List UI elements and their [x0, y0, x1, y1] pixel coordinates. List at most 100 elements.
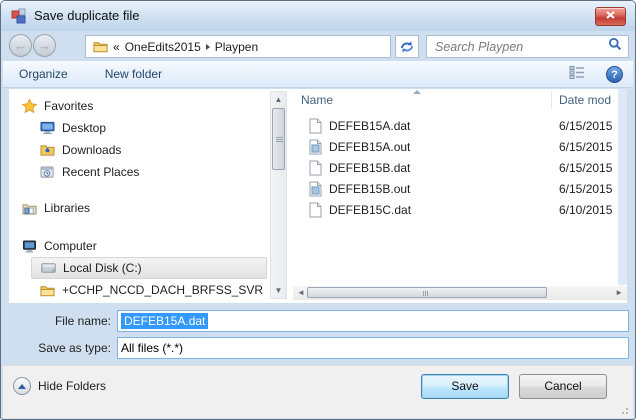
file-list-horizontal-scrollbar[interactable]: ◄ ► [293, 286, 627, 300]
file-list-vertical-scrollbar[interactable] [618, 89, 627, 285]
dat-file-icon [309, 160, 323, 176]
help-button[interactable]: ? [606, 65, 623, 83]
dialog-footer: Hide Folders Save Cancel [3, 365, 633, 418]
file-date-modified: 6/15/2015 [559, 160, 613, 175]
recent-places-icon [39, 164, 55, 180]
hide-folders-button[interactable]: Hide Folders [13, 377, 106, 395]
out-file-icon [309, 139, 323, 155]
file-row-defeb15b-out[interactable]: DEFEB15B.out 6/15/2015 [293, 178, 618, 199]
file-date-modified: 6/10/2015 [559, 202, 613, 217]
back-button[interactable]: ← [9, 34, 32, 57]
sidebar-item-recent-places[interactable]: Recent Places [9, 161, 269, 183]
hide-folders-label: Hide Folders [38, 379, 107, 393]
breadcrumb-collapsed[interactable]: « [113, 40, 120, 54]
sidebar-item-label: Recent Places [62, 165, 140, 179]
sidebar-item-local-disk-c[interactable]: Local Disk (C:) [31, 257, 267, 279]
sidebar-item-label: Downloads [62, 143, 122, 157]
file-row-defeb15c-dat[interactable]: DEFEB15C.dat 6/10/2015 [293, 199, 618, 220]
new-folder-button[interactable]: New folder [105, 67, 162, 81]
sidebar-item-label: Libraries [44, 201, 91, 215]
window-title: Save duplicate file [34, 8, 140, 23]
collapse-up-icon [13, 377, 31, 395]
sidebar-item-favorites[interactable]: Favorites [9, 95, 269, 117]
save-as-type-combo[interactable]: All files (*.*) [117, 337, 629, 359]
sidebar-item-computer[interactable]: Computer [9, 235, 269, 257]
date-modified-column-header[interactable]: Date mod [559, 93, 619, 107]
column-divider[interactable] [551, 91, 552, 109]
file-name-label: File name: [54, 314, 111, 328]
resize-grip[interactable] [616, 402, 628, 414]
sidebar-item-cchp-nccd-dach-brfss-fg[interactable]: CCHP_NCCD_DACH_BRFSS_FG [9, 301, 269, 303]
close-button[interactable] [595, 7, 626, 26]
local-disk-icon [40, 260, 56, 276]
sort-ascending-icon [413, 90, 421, 94]
dat-file-icon [309, 202, 323, 218]
sidebar-item-label: Local Disk (C:) [63, 261, 142, 275]
desktop-icon [39, 120, 55, 136]
forward-button[interactable]: → [33, 34, 56, 57]
sidebar-group-libraries: Libraries [9, 197, 269, 219]
file-browser-area: Favorites Desktop Downloads Recent Places Li… [9, 89, 627, 303]
column-header-row: Name Date mod [293, 89, 627, 111]
computer-icon [21, 238, 37, 254]
refresh-button[interactable] [395, 35, 419, 58]
file-date-modified: 6/15/2015 [559, 139, 613, 154]
organize-label: Organize [19, 67, 68, 81]
search-icon[interactable] [608, 37, 622, 56]
file-name-value: DEFEB15A.dat [121, 313, 209, 329]
views-icon [569, 66, 586, 82]
views-button[interactable] [569, 66, 597, 82]
folder-icon [92, 39, 108, 55]
favorites-star-icon [21, 98, 37, 114]
scrollbar-thumb[interactable] [307, 287, 547, 298]
file-date-modified: 6/15/2015 [559, 181, 613, 196]
file-name-combo[interactable]: DEFEB15A.dat [117, 310, 629, 332]
scrollbar-thumb[interactable] [272, 108, 285, 170]
downloads-icon [39, 142, 55, 158]
address-bar[interactable]: « OneEdits2015 Playpen [85, 35, 391, 58]
new-folder-label: New folder [104, 67, 163, 81]
sidebar-scrollbar[interactable]: ▲ ▼ [270, 91, 287, 299]
folder-icon [39, 282, 55, 298]
sidebar-item-label: Favorites [44, 99, 94, 113]
save-button[interactable]: Save [421, 374, 509, 399]
name-column-header[interactable]: Name [301, 93, 333, 107]
search-input[interactable] [433, 38, 608, 55]
libraries-icon [21, 200, 37, 216]
command-toolbar: Organize New folder ? [3, 61, 633, 88]
dat-file-icon [309, 118, 323, 134]
navigation-bar: ← → « OneEdits2015 Playpen [1, 31, 635, 61]
out-file-icon [309, 181, 323, 197]
sidebar-item-cchp-nccd-dach-brfss-svr[interactable]: +CCHP_NCCD_DACH_BRFSS_SVR [9, 279, 269, 301]
file-row-defeb15a-out[interactable]: DEFEB15A.out 6/15/2015 [293, 136, 618, 157]
file-list: Name Date mod DEFEB15A.dat 6/15/2015 DEFEB… [293, 89, 627, 303]
sidebar-item-label: +CCHP_NCCD_DACH_BRFSS_SVR [62, 283, 264, 297]
app-form-icon[interactable] [11, 8, 27, 24]
file-rows: DEFEB15A.dat 6/15/2015 DEFEB15A.out 6/15/20… [293, 115, 618, 220]
sidebar-item-label: Desktop [62, 121, 107, 135]
sidebar-group-favorites: Favorites Desktop Downloads Recent Places [9, 95, 269, 183]
organize-button[interactable]: Organize [19, 67, 79, 81]
sidebar-item-downloads[interactable]: Downloads [9, 139, 269, 161]
scroll-up-icon[interactable]: ▲ [271, 92, 286, 107]
navigation-pane: Favorites Desktop Downloads Recent Places Li… [9, 89, 269, 303]
save-as-type-label: Save as type: [38, 341, 111, 355]
sidebar-item-desktop[interactable]: Desktop [9, 117, 269, 139]
sidebar-group-computer: Computer Local Disk (C:) +CCHP_NCCD_DACH_B… [9, 235, 269, 303]
save-as-type-value: All files (*.*) [121, 341, 184, 355]
breadcrumb-segment-parent[interactable]: OneEdits2015 [125, 40, 201, 54]
cancel-button[interactable]: Cancel [519, 374, 607, 399]
file-date-modified: 6/15/2015 [559, 118, 613, 133]
title-bar: Save duplicate file [1, 1, 635, 31]
file-row-defeb15a-dat[interactable]: DEFEB15A.dat 6/15/2015 [293, 115, 618, 136]
file-row-defeb15b-dat[interactable]: DEFEB15B.dat 6/15/2015 [293, 157, 618, 178]
scroll-left-icon[interactable]: ◄ [297, 289, 305, 297]
scroll-down-icon[interactable]: ▼ [271, 283, 286, 298]
breadcrumb-segment-current[interactable]: Playpen [215, 40, 258, 54]
save-duplicate-file-dialog: Save duplicate file ← → « OneEdits2015 P… [0, 0, 636, 420]
scroll-right-icon[interactable]: ► [615, 289, 623, 297]
sidebar-item-label: Computer [44, 239, 97, 253]
search-box [426, 35, 629, 58]
breadcrumb-chevron-icon [205, 43, 210, 50]
sidebar-item-libraries[interactable]: Libraries [9, 197, 269, 219]
